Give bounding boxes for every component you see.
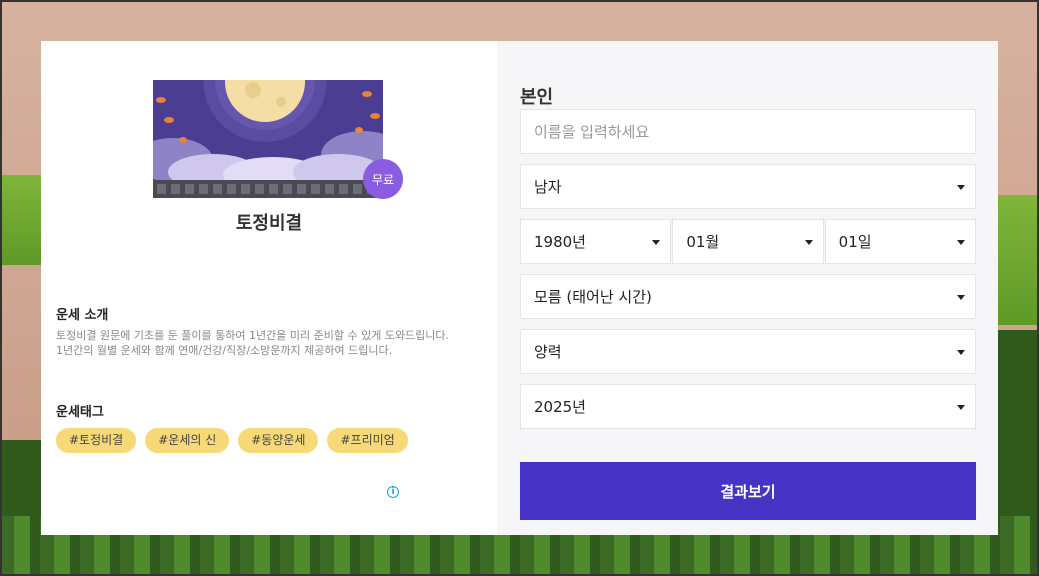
tag-list: #토정비결 #운세의 신 #동양운세 #프리미엄 xyxy=(56,428,408,453)
product-title: 토정비결 xyxy=(235,213,303,234)
intro-text-line2: 1년간의 월별 운세와 함께 연애/건강/직장/소망운까지 제공하여 드립니다. xyxy=(56,344,393,357)
target-year-value: 2025년 xyxy=(534,398,586,416)
caret-down-icon xyxy=(652,240,661,245)
tags-heading: 운세태그 xyxy=(56,405,104,420)
fortune-card: 무료 토정비결 운세 소개 토정비결 원문에 기초를 둔 풀이를 통하여 1년간… xyxy=(41,41,998,535)
caret-down-icon xyxy=(804,240,813,245)
tag-item[interactable]: #토정비결 xyxy=(56,428,137,453)
month-select[interactable]: 01월 xyxy=(672,219,824,264)
form-title: 본인 xyxy=(520,87,554,108)
calendar-type-value: 양력 xyxy=(534,343,562,361)
tag-item[interactable]: #운세의 신 xyxy=(145,428,230,453)
day-value: 01일 xyxy=(838,233,872,251)
calendar-type-select[interactable]: 양력 xyxy=(520,329,976,374)
gender-value: 남자 xyxy=(534,178,562,196)
month-value: 01월 xyxy=(686,233,720,251)
birth-time-value: 모름 (태어난 시간) xyxy=(534,288,652,306)
input-form: 본인 이름을 입력하세요 남자 1980년 01월 01일 모름 (태어난 시간… xyxy=(497,41,998,535)
target-year-select[interactable]: 2025년 xyxy=(520,384,976,429)
intro-text: 토정비결 원문에 기초를 둔 풀이를 통하여 1년간을 미리 준비할 수 있게 … xyxy=(56,328,476,358)
birthdate-row: 1980년 01월 01일 xyxy=(520,219,976,264)
tag-item[interactable]: #프리미엄 xyxy=(327,428,408,453)
caret-down-icon xyxy=(956,240,965,245)
caret-down-icon xyxy=(957,295,965,300)
caret-down-icon xyxy=(957,185,965,190)
moon-illustration xyxy=(153,80,383,198)
intro-text-line1: 토정비결 원문에 기초를 둔 풀이를 통하여 1년간을 미리 준비할 수 있게 … xyxy=(56,329,450,342)
name-input-placeholder: 이름을 입력하세요 xyxy=(534,123,650,141)
name-input[interactable]: 이름을 입력하세요 xyxy=(520,109,976,154)
day-select[interactable]: 01일 xyxy=(824,219,976,264)
caret-down-icon xyxy=(957,405,965,410)
caret-down-icon xyxy=(957,350,965,355)
year-select[interactable]: 1980년 xyxy=(520,219,672,264)
year-value: 1980년 xyxy=(534,233,586,251)
birth-time-select[interactable]: 모름 (태어난 시간) xyxy=(520,274,976,319)
product-panel: 무료 토정비결 운세 소개 토정비결 원문에 기초를 둔 풀이를 통하여 1년간… xyxy=(41,41,497,535)
view-result-button[interactable]: 결과보기 xyxy=(520,462,976,520)
free-badge: 무료 xyxy=(363,159,403,199)
intro-heading: 운세 소개 xyxy=(56,308,109,323)
product-thumbnail xyxy=(153,80,383,198)
info-icon[interactable]: i xyxy=(387,486,399,498)
tag-item[interactable]: #동양운세 xyxy=(238,428,319,453)
gender-select[interactable]: 남자 xyxy=(520,164,976,209)
